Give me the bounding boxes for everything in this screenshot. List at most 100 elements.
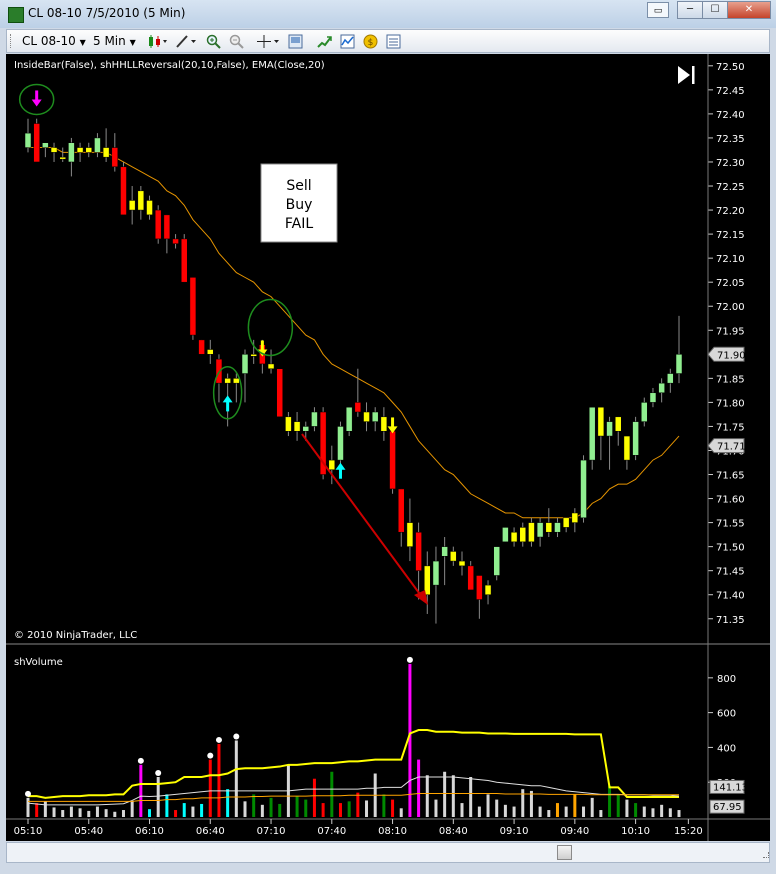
volume-bar [130,801,134,817]
volume-bar [677,810,681,817]
toolbar-grip[interactable] [10,34,14,48]
volume-bar [87,810,91,817]
volume-peak-dot [233,733,240,740]
volume-bar [460,803,464,817]
annotation-circles-layer [18,83,294,420]
time-tick-label: 09:40 [560,826,589,837]
price-tick-label: 71.95 [716,326,745,337]
candle-body [432,560,440,586]
time-tick-label: 07:10 [257,826,286,837]
resize-grip-icon[interactable] [763,852,769,858]
candle-body [85,147,93,153]
candle-body [424,565,431,595]
candle-body [588,406,596,461]
time-x-axis: 05:10 05:40 06:10 06:40 07:10 07:40 08:10 08:40… [14,819,703,837]
volume-bar [78,808,82,817]
candle-body [50,147,58,153]
candle-body [371,411,379,422]
volume-peak-dot [25,790,31,797]
price-indicator-label: InsideBar(False), shHHLLReversal(20,10,F… [14,60,325,71]
volume-bar [391,799,395,817]
signal-arrow-shaft [226,401,230,412]
volume-bar [616,794,620,817]
candle-body [293,421,301,432]
candle-body [154,209,162,240]
candle-body [614,416,622,432]
candle-body [76,147,84,153]
signal-arrow-shaft [35,90,39,101]
chart-area[interactable]: InsideBar(False), shHHLLReversal(20,10,F… [6,54,770,841]
zoom-out-icon[interactable] [229,34,244,49]
zoom-in-icon[interactable] [206,34,221,49]
candle-body [493,546,500,576]
time-tick-label: 06:40 [196,826,225,837]
skip-to-end-icon[interactable] [678,66,695,84]
drawing-tool-icon[interactable] [175,34,199,49]
candle-body [389,430,396,490]
candle-body [606,421,613,437]
volume-peak-dot [155,769,162,776]
volume-bar [495,799,499,817]
data-series-icon[interactable]: $ [363,34,378,49]
annotation-line-2: Buy [286,197,313,213]
candle-body [597,406,605,437]
volume-bar [139,764,143,817]
price-tick-label: 72.35 [716,134,745,145]
volume-bar [174,810,178,817]
candle-body [311,411,318,427]
time-tick-label: 15:20 [674,826,703,837]
volume-tick-label: 600 [717,709,736,720]
price-tick-label: 71.75 [716,422,745,433]
volume-bar [295,796,299,817]
candle-body [33,123,40,163]
instrument-selector[interactable]: CL 08-10 ▼ [22,34,86,48]
maximize-button[interactable]: ☐ [702,1,728,19]
bar-type-icon[interactable] [147,34,169,49]
volume-bar [382,794,386,817]
volume-bar [599,810,603,817]
panel-icon[interactable] [386,34,401,49]
price-y-axis: 72.50 72.45 72.40 72.35 72.30 72.25 72.20 72.15… [708,62,745,626]
volume-bar [503,804,507,817]
volume-avg-label: 141.13 [713,782,748,793]
copyright-label: © 2010 NinjaTrader, LLC [14,630,137,641]
volume-tick-label: 800 [717,674,736,685]
annotation-box[interactable]: Sell Buy FAIL [260,163,338,243]
minimize-button[interactable]: ─ [677,1,703,19]
float-window-button[interactable]: ▭ [647,2,669,18]
volume-bar [217,743,221,817]
strategy-icon[interactable] [317,34,332,49]
volume-bar [234,740,238,817]
candle-body [354,402,362,413]
time-tick-label: 08:40 [439,826,468,837]
volume-bar [304,799,308,817]
horizontal-scrollbar[interactable] [6,842,770,863]
chart-svg[interactable]: InsideBar(False), shHHLLReversal(20,10,F… [6,54,770,841]
candle-body [476,575,483,600]
volume-bar [434,799,438,817]
volume-bar [451,775,455,817]
time-tick-label: 09:10 [500,826,529,837]
candle-body [458,560,466,567]
scrollbar-thumb[interactable] [557,845,572,860]
time-tick-label: 10:10 [621,826,650,837]
indicator-icon[interactable] [340,34,355,49]
volume-bar [52,807,56,817]
volume-bar [69,806,73,817]
properties-icon[interactable] [288,34,303,49]
candle-body [632,421,639,456]
candle-body [328,459,336,470]
price-tick-label: 72.15 [716,230,745,241]
crosshair-icon[interactable] [257,34,281,49]
close-button[interactable]: ✕ [727,1,771,19]
price-tick-label: 71.45 [716,567,745,578]
volume-bar [590,797,594,817]
price-tick-label: 71.85 [716,374,745,385]
chart-toolbar: CL 08-10 ▼ 5 Min ▼ $ [6,29,770,53]
volume-bar [356,792,360,817]
interval-selector[interactable]: 5 Min ▼ [93,34,136,48]
title-bar: CL 08-10 7/5/2010 (5 Min) ▭ ─ ☐ ✕ [0,0,776,28]
volume-bar [477,806,481,817]
candle-body [545,522,553,533]
candle-body [415,531,422,571]
